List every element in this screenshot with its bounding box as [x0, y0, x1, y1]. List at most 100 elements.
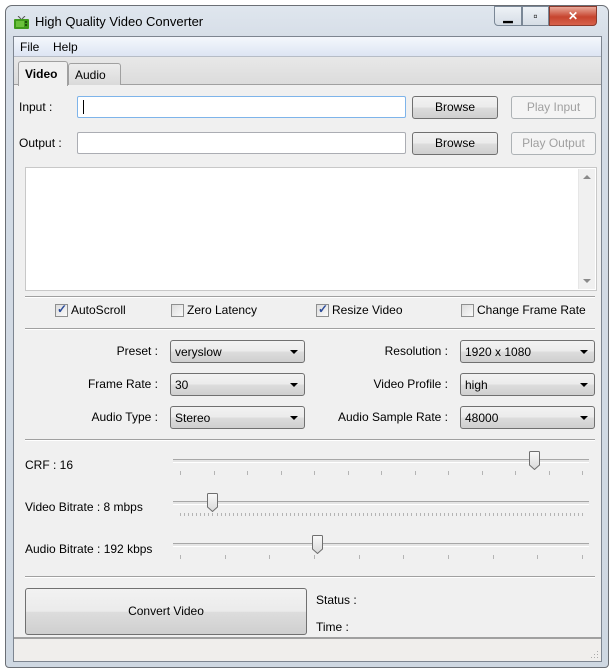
log-textarea[interactable]: [25, 167, 597, 291]
chevron-down-icon: [580, 383, 588, 387]
slider-tick: [354, 513, 356, 516]
frame-rate-value: 30: [175, 378, 189, 392]
slider-tick: [515, 471, 516, 475]
chevron-down-icon: [290, 383, 298, 387]
preset-dropdown[interactable]: veryslow: [170, 340, 305, 363]
slider-tick: [545, 513, 547, 516]
slider-tick: [492, 555, 494, 559]
slider-tick: [330, 513, 332, 516]
close-button[interactable]: ✕: [549, 6, 597, 26]
slider-tick: [200, 513, 202, 516]
slider-tick: [184, 513, 186, 516]
checkbox-box: ✓: [55, 302, 68, 317]
resize-video-label: Resize Video: [332, 303, 403, 317]
slider-tick: [269, 513, 271, 516]
chevron-down-icon: [290, 416, 298, 420]
slider-tick: [232, 513, 234, 516]
window-title: High Quality Video Converter: [35, 14, 204, 29]
audio-bitrate-slider[interactable]: [173, 535, 589, 565]
audio-type-dropdown[interactable]: Stereo: [170, 406, 305, 429]
slider-tick: [517, 513, 519, 516]
menu-help[interactable]: Help: [53, 40, 78, 54]
slider-tick: [512, 513, 514, 516]
slider-thumb[interactable]: [207, 493, 219, 512]
status-label: Status :: [316, 593, 357, 607]
audio-type-label: Audio Type :: [91, 410, 159, 424]
log-scrollbar[interactable]: [578, 169, 595, 289]
maximize-button[interactable]: ▫: [522, 6, 549, 26]
slider-tick: [435, 513, 437, 516]
slider-tick: [347, 471, 349, 475]
video-bitrate-slider[interactable]: [173, 493, 589, 523]
slider-tick: [439, 513, 441, 516]
slider-tick: [419, 513, 421, 516]
scroll-up-arrow-icon[interactable]: [583, 175, 591, 179]
slider-thumb[interactable]: [528, 451, 540, 470]
chevron-down-icon: [580, 416, 588, 420]
slider-tick: [314, 513, 315, 516]
scroll-down-arrow-icon[interactable]: [583, 279, 591, 283]
slider-tick: [561, 513, 563, 516]
slider-tick: [448, 471, 449, 475]
slider-tick: [188, 513, 190, 516]
slider-track[interactable]: [173, 459, 589, 463]
slider-tick: [309, 513, 311, 516]
slider-tick: [411, 513, 413, 516]
slider-tick: [504, 513, 506, 516]
slider-tick: [431, 513, 433, 516]
frame-rate-dropdown[interactable]: 30: [170, 373, 305, 396]
slider-tick: [573, 513, 575, 516]
slider-tick: [293, 513, 295, 516]
slider-thumb[interactable]: [311, 535, 323, 554]
slider-tick: [370, 513, 372, 516]
audio-sample-rate-dropdown[interactable]: 48000: [460, 406, 595, 429]
tab-audio[interactable]: Audio: [68, 63, 121, 85]
play-output-button[interactable]: Play Output: [511, 132, 596, 155]
minimize-button[interactable]: ▁: [494, 6, 522, 26]
divider: [25, 296, 595, 298]
slider-tick: [565, 513, 567, 516]
slider-tick: [374, 513, 376, 516]
menu-file[interactable]: File: [20, 40, 39, 54]
browse-output-button[interactable]: Browse: [412, 132, 498, 155]
slider-tick: [521, 513, 523, 516]
slider-tick: [548, 471, 550, 475]
slider-tick: [314, 555, 315, 559]
slider-tick: [582, 513, 583, 516]
checkmark-icon: ✓: [57, 302, 68, 316]
zero-latency-label: Zero Latency: [187, 303, 258, 317]
output-path-field[interactable]: [77, 132, 406, 154]
slider-tick: [508, 513, 510, 516]
title-bar[interactable]: High Quality Video Converter ▁ ▫ ✕: [6, 6, 608, 36]
slider-tick: [448, 555, 449, 559]
resolution-value: 1920 x 1080: [465, 345, 532, 359]
status-bar: [14, 637, 601, 661]
browse-input-button[interactable]: Browse: [412, 96, 498, 119]
slider-tick: [224, 555, 226, 559]
video-bitrate-label: Video Bitrate : 8 mbps: [25, 500, 143, 514]
maximize-icon: ▫: [533, 9, 538, 23]
video-profile-label: Video Profile :: [373, 377, 449, 391]
crf-slider[interactable]: [173, 451, 589, 481]
convert-video-button[interactable]: Convert Video: [25, 588, 307, 635]
divider: [25, 328, 595, 330]
input-path-field[interactable]: [77, 96, 406, 118]
slider-tick: [280, 471, 282, 475]
slider-tick: [322, 513, 324, 516]
video-profile-dropdown[interactable]: high: [460, 373, 595, 396]
slider-tick: [224, 513, 226, 516]
slider-track[interactable]: [173, 501, 589, 505]
slider-tick: [533, 513, 535, 516]
resolution-dropdown[interactable]: 1920 x 1080: [460, 340, 595, 363]
divider: [25, 576, 595, 578]
play-input-button[interactable]: Play Input: [511, 96, 596, 119]
slider-tick: [180, 513, 181, 516]
tab-video[interactable]: Video: [18, 61, 68, 86]
slider-tick: [460, 513, 462, 516]
resize-grip-icon[interactable]: [589, 649, 599, 659]
slider-track[interactable]: [173, 543, 589, 547]
menu-bar: File Help: [14, 37, 601, 57]
slider-tick: [541, 513, 543, 516]
slider-tick: [281, 513, 283, 516]
video-profile-value: high: [465, 378, 488, 392]
